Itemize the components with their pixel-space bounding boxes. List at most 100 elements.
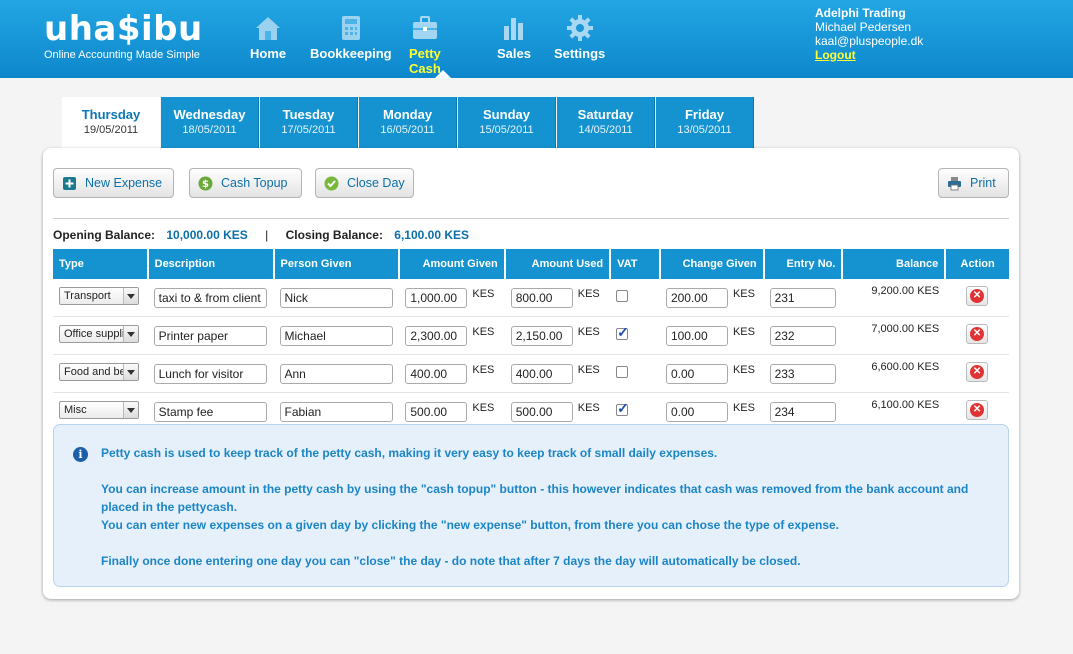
info-box: i Petty cash is used to keep track of th…: [53, 424, 1009, 587]
nav-sales[interactable]: Sales: [497, 14, 531, 61]
col-balance: Balance: [842, 249, 947, 279]
opening-balance-label: Opening Balance:: [53, 228, 156, 242]
description-input[interactable]: Lunch for visitor: [153, 363, 267, 384]
delete-button[interactable]: ✕: [966, 400, 989, 420]
amount-given-input[interactable]: 500.00: [405, 401, 468, 422]
logout-link[interactable]: Logout: [815, 48, 923, 62]
divider: [53, 218, 1009, 219]
petty-cash-panel: New Expense $ Cash Topup Close Day Print…: [43, 148, 1019, 599]
tab-day: Sunday: [483, 107, 530, 122]
user-info: Adelphi Trading Michael Pedersen kaal@pl…: [815, 6, 923, 62]
entry-no-input[interactable]: 234: [769, 401, 836, 422]
nav-home-label: Home: [250, 46, 287, 61]
person-given-input[interactable]: Ann: [279, 363, 393, 384]
balances-bar: Opening Balance: 10,000.00 KES | Closing…: [53, 228, 469, 242]
cash-topup-label: Cash Topup: [221, 176, 288, 190]
type-select[interactable]: Food and beverages: [59, 363, 139, 381]
print-button[interactable]: Print: [938, 168, 1009, 198]
app-header: uha$ibu Online Accounting Made Simple Ho…: [0, 0, 1073, 79]
entry-no-input[interactable]: 232: [769, 325, 836, 346]
amount-given-input[interactable]: 1,000.00: [405, 287, 468, 308]
type-select-value: Office supplies: [64, 328, 124, 340]
tab-monday[interactable]: Monday 16/05/2011: [359, 97, 457, 148]
calculator-icon: [341, 16, 360, 40]
vat-checkbox[interactable]: [616, 400, 629, 417]
currency-label: KES: [472, 287, 495, 300]
currency-label: KES: [577, 363, 600, 376]
balance-separator: |: [265, 228, 269, 242]
col-amount-given: Amount Given: [399, 249, 506, 279]
vat-checkbox[interactable]: [616, 290, 629, 302]
col-action: Action: [945, 249, 1009, 279]
tab-date: 16/05/2011: [380, 124, 435, 136]
amount-used-input[interactable]: 800.00: [510, 287, 573, 308]
type-select[interactable]: Transport: [59, 287, 139, 305]
entry-no-input[interactable]: 231: [769, 287, 836, 308]
tab-sunday[interactable]: Sunday 15/05/2011: [458, 97, 556, 148]
cash-topup-button[interactable]: $ Cash Topup: [189, 168, 302, 198]
tab-thursday[interactable]: Thursday 19/05/2011: [62, 97, 160, 149]
nav-petty-cash[interactable]: Petty Cash: [409, 14, 441, 76]
row-balance: 6,100.00 KES: [871, 399, 940, 411]
table-header-row: Type Description Person Given Amount Giv…: [53, 249, 1009, 279]
amount-used-input[interactable]: 500.00: [510, 401, 573, 422]
tab-day: Saturday: [577, 107, 634, 122]
close-day-label: Close Day: [347, 176, 405, 190]
bar-chart-icon: [503, 18, 523, 40]
col-type: Type: [53, 249, 149, 279]
delete-button[interactable]: ✕: [966, 324, 989, 344]
tab-date: 19/05/2011: [83, 124, 139, 136]
logo[interactable]: uha$ibu Online Accounting Made Simple: [44, 12, 203, 61]
table-row: Food and beverages Lunch for visitor Ann…: [53, 354, 1009, 393]
change-given-input[interactable]: 100.00: [665, 325, 728, 346]
new-expense-label: New Expense: [85, 176, 163, 190]
entry-no-input[interactable]: 233: [769, 363, 836, 384]
currency-label: KES: [732, 325, 755, 338]
nav-bookkeeping-label: Bookkeeping: [310, 46, 392, 61]
type-select[interactable]: Office supplies: [59, 325, 139, 343]
brand-tagline: Online Accounting Made Simple: [44, 49, 200, 61]
nav-home[interactable]: Home: [250, 14, 286, 61]
type-select[interactable]: Misc: [59, 401, 139, 419]
amount-used-input[interactable]: 400.00: [510, 363, 573, 384]
chevron-down-icon: [123, 288, 138, 304]
amount-given-input[interactable]: 400.00: [405, 363, 468, 384]
new-expense-button[interactable]: New Expense: [53, 168, 174, 198]
delete-button[interactable]: ✕: [966, 286, 989, 306]
currency-label: KES: [732, 401, 755, 414]
col-amount-used: Amount Used: [504, 249, 612, 279]
tab-friday[interactable]: Friday 13/05/2011: [656, 97, 754, 148]
change-given-input[interactable]: 200.00: [665, 287, 728, 308]
tab-saturday[interactable]: Saturday 14/05/2011: [557, 97, 655, 148]
tab-date: 15/05/2011: [479, 124, 534, 136]
nav-bookkeeping[interactable]: Bookkeeping: [310, 14, 392, 61]
delete-button[interactable]: ✕: [966, 362, 989, 382]
user-email: kaal@pluspeople.dk: [815, 34, 924, 48]
person-given-input[interactable]: Nick: [279, 287, 393, 308]
description-input[interactable]: Printer paper: [153, 325, 267, 346]
tab-tuesday[interactable]: Tuesday 17/05/2011: [260, 97, 358, 148]
tab-day: Tuesday: [282, 107, 335, 122]
amount-used-input[interactable]: 2,150.00: [510, 325, 573, 346]
nav-settings[interactable]: Settings: [554, 14, 605, 61]
delete-icon: ✕: [970, 327, 985, 341]
close-day-button[interactable]: Close Day: [315, 168, 414, 198]
amount-given-input[interactable]: 2,300.00: [405, 325, 468, 346]
info-paragraph: Petty cash is used to keep track of the …: [101, 446, 718, 460]
change-given-input[interactable]: 0.00: [665, 363, 728, 384]
tab-date: 14/05/2011: [578, 124, 633, 136]
checkmark-icon: [324, 176, 339, 190]
vat-checkbox[interactable]: [616, 324, 629, 341]
change-given-input[interactable]: 0.00: [665, 401, 728, 422]
vat-checkbox[interactable]: [616, 366, 629, 378]
tab-day: Wednesday: [173, 107, 246, 122]
person-given-input[interactable]: Fabian: [279, 401, 393, 422]
currency-label: KES: [472, 325, 495, 338]
description-input[interactable]: Stamp fee: [153, 401, 267, 422]
person-given-input[interactable]: Michael: [279, 325, 393, 346]
tab-day: Friday: [684, 107, 724, 122]
tab-wednesday[interactable]: Wednesday 18/05/2011: [161, 97, 259, 148]
opening-balance-value: 10,000.00 KES: [166, 228, 248, 242]
description-input[interactable]: taxi to & from client: [153, 287, 267, 308]
currency-label: KES: [472, 363, 495, 376]
